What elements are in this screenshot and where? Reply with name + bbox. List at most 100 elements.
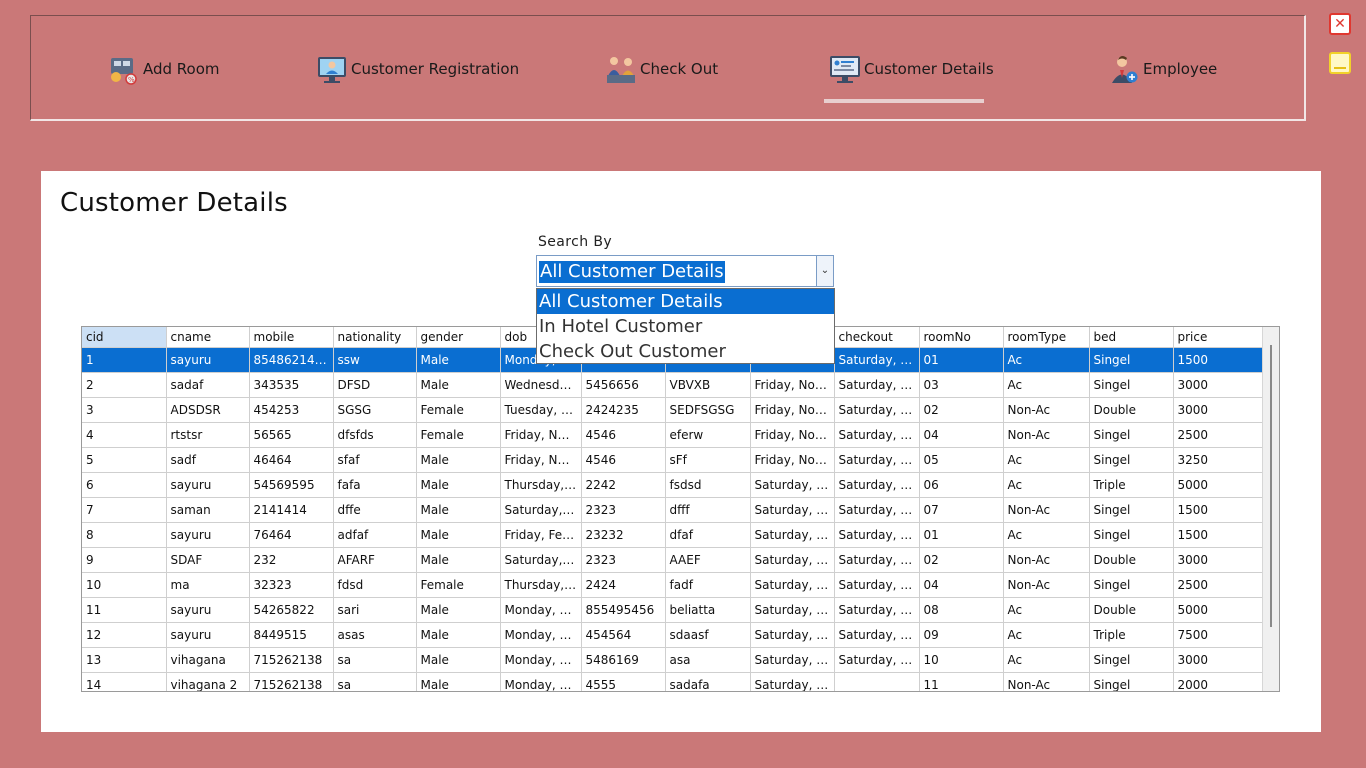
table-cell-roomNo[interactable]: 01 — [919, 522, 1004, 548]
table-cell-roomNo[interactable]: 06 — [919, 472, 1004, 498]
table-cell-dob[interactable]: Saturday, N... — [500, 497, 582, 523]
table-cell-nationality[interactable]: DFSD — [333, 372, 417, 398]
column-header[interactable]: roomType — [1003, 327, 1090, 348]
table-cell-bed[interactable]: Singel — [1089, 497, 1174, 523]
table-cell-dob[interactable]: Monday, Oc... — [500, 597, 582, 623]
table-cell-address[interactable]: fsdsd — [665, 472, 751, 498]
table-cell-checkout[interactable]: Saturday, No... — [834, 497, 920, 523]
table-row[interactable]: 14 vihagana 2 715262138 sa Male Monday, Oc...… — [82, 672, 1264, 691]
table-cell-cname[interactable]: SDAF — [166, 547, 250, 573]
table-cell-cname[interactable]: sayuru — [166, 522, 250, 548]
table-cell-cname[interactable]: sayuru — [166, 347, 250, 373]
table-cell-bed[interactable]: Singel — [1089, 522, 1174, 548]
table-cell-mobile[interactable]: 76464 — [249, 522, 334, 548]
table-cell-price[interactable]: 1500 — [1173, 497, 1264, 523]
table-cell-address[interactable]: asa — [665, 647, 751, 673]
table-cell-checkout[interactable] — [834, 672, 920, 691]
table-cell-price[interactable]: 3000 — [1173, 372, 1264, 398]
table-cell-cname[interactable]: sadaf — [166, 372, 250, 398]
table-cell-roomType[interactable]: Ac — [1003, 647, 1090, 673]
table-cell-idproof[interactable]: 2242 — [581, 472, 666, 498]
nav-employee[interactable]: Employee — [1107, 51, 1217, 87]
table-cell-roomNo[interactable]: 05 — [919, 447, 1004, 473]
table-row[interactable]: 9 SDAF 232 AFARF Male Saturday, N... 2323 AAEF S… — [82, 547, 1264, 573]
table-cell-address[interactable]: dfff — [665, 497, 751, 523]
column-header[interactable]: cname — [166, 327, 250, 348]
table-cell-roomNo[interactable]: 08 — [919, 597, 1004, 623]
table-cell-bed[interactable]: Triple — [1089, 472, 1174, 498]
table-cell-checkin[interactable]: Saturday, N... — [750, 647, 835, 673]
table-cell-roomNo[interactable]: 11 — [919, 672, 1004, 691]
table-cell-roomType[interactable]: Ac — [1003, 447, 1090, 473]
table-cell-bed[interactable]: Triple — [1089, 622, 1174, 648]
table-cell-gender[interactable]: Male — [416, 522, 501, 548]
table-cell-checkout[interactable]: Saturday, No... — [834, 472, 920, 498]
table-row[interactable]: 4rtstsr56565dfsfdsFemaleFriday, Nove...4… — [82, 422, 1264, 448]
table-cell-checkout[interactable]: Saturday, No... — [834, 647, 920, 673]
table-cell-mobile[interactable]: 54265822 — [249, 597, 334, 623]
table-cell-gender[interactable]: Male — [416, 447, 501, 473]
table-cell-address[interactable]: AAEF — [665, 547, 751, 573]
table-cell-idproof[interactable]: 855495456 — [581, 597, 666, 623]
table-cell-idproof[interactable]: 5486169 — [581, 647, 666, 673]
table-cell-price[interactable]: 3000 — [1173, 547, 1264, 573]
table-cell-checkin[interactable]: Saturday, N... — [750, 597, 835, 623]
table-cell-roomType[interactable]: Ac — [1003, 372, 1090, 398]
nav-check-out[interactable]: Check Out — [604, 51, 718, 87]
table-cell-nationality[interactable]: asas — [333, 622, 417, 648]
table-cell-gender[interactable]: Female — [416, 422, 501, 448]
table-cell-dob[interactable]: Monday, Oc... — [500, 622, 582, 648]
table-cell-gender[interactable]: Male — [416, 472, 501, 498]
table-cell-mobile[interactable]: 232 — [249, 547, 334, 573]
table-cell-bed[interactable]: Double — [1089, 397, 1174, 423]
minimize-button[interactable] — [1329, 52, 1351, 74]
table-cell-price[interactable]: 7500 — [1173, 622, 1264, 648]
table-cell-idproof[interactable]: 4546 — [581, 447, 666, 473]
table-cell-cid[interactable]: 7 — [82, 497, 167, 523]
table-cell-gender[interactable]: Male — [416, 347, 501, 373]
table-cell-cid[interactable]: 8 — [82, 522, 167, 548]
table-cell-address[interactable]: sdaasf — [665, 622, 751, 648]
table-cell-address[interactable]: sadafa — [665, 672, 751, 691]
table-cell-idproof[interactable]: 2424 — [581, 572, 666, 598]
table-cell-cid[interactable]: 1 — [82, 347, 167, 373]
table-cell-gender[interactable]: Female — [416, 397, 501, 423]
table-cell-price[interactable]: 1500 — [1173, 347, 1264, 373]
table-row[interactable]: 7 saman 2141414 dffe Male Saturday, N... 2323 d… — [82, 497, 1264, 523]
table-cell-bed[interactable]: Singel — [1089, 572, 1174, 598]
table-cell-bed[interactable]: Double — [1089, 547, 1174, 573]
table-cell-idproof[interactable]: 4546 — [581, 422, 666, 448]
table-cell-cname[interactable]: ADSDSR — [166, 397, 250, 423]
vertical-scrollbar[interactable] — [1262, 327, 1279, 691]
table-cell-price[interactable]: 2500 — [1173, 422, 1264, 448]
table-row[interactable]: 6sayuru54569595fafaMaleThursday, Ju...22… — [82, 472, 1264, 498]
table-cell-mobile[interactable]: 54569595 — [249, 472, 334, 498]
table-cell-checkout[interactable]: Saturday, No... — [834, 597, 920, 623]
table-cell-cid[interactable]: 5 — [82, 447, 167, 473]
table-cell-bed[interactable]: Singel — [1089, 647, 1174, 673]
table-cell-cname[interactable]: sadf — [166, 447, 250, 473]
table-cell-nationality[interactable]: sa — [333, 647, 417, 673]
table-cell-cid[interactable]: 13 — [82, 647, 167, 673]
table-row[interactable]: 12 sayuru 8449515 asas Male Monday, Oc... 4545… — [82, 622, 1264, 648]
dropdown-option-all[interactable]: All Customer Details — [537, 289, 834, 314]
table-cell-bed[interactable]: Singel — [1089, 372, 1174, 398]
table-cell-gender[interactable]: Male — [416, 497, 501, 523]
table-cell-address[interactable]: VBVXB — [665, 372, 751, 398]
table-cell-roomType[interactable]: Ac — [1003, 522, 1090, 548]
table-cell-checkin[interactable]: Saturday, N... — [750, 497, 835, 523]
table-cell-checkin[interactable]: Friday, Nove... — [750, 447, 835, 473]
table-cell-bed[interactable]: Singel — [1089, 347, 1174, 373]
table-cell-cid[interactable]: 11 — [82, 597, 167, 623]
table-cell-roomNo[interactable]: 04 — [919, 422, 1004, 448]
table-cell-checkout[interactable]: Saturday, No... — [834, 572, 920, 598]
table-cell-mobile[interactable]: 2141414 — [249, 497, 334, 523]
table-cell-address[interactable]: eferw — [665, 422, 751, 448]
table-cell-idproof[interactable]: 2424235 — [581, 397, 666, 423]
table-cell-price[interactable]: 3000 — [1173, 647, 1264, 673]
table-cell-bed[interactable]: Singel — [1089, 422, 1174, 448]
table-cell-idproof[interactable]: 2323 — [581, 497, 666, 523]
table-cell-mobile[interactable]: 85486214562 — [249, 347, 334, 373]
table-cell-roomType[interactable]: Non-Ac — [1003, 397, 1090, 423]
table-row[interactable]: 3 ADSDSR 454253 SGSG Female Tuesday, Oc... 242… — [82, 397, 1264, 423]
